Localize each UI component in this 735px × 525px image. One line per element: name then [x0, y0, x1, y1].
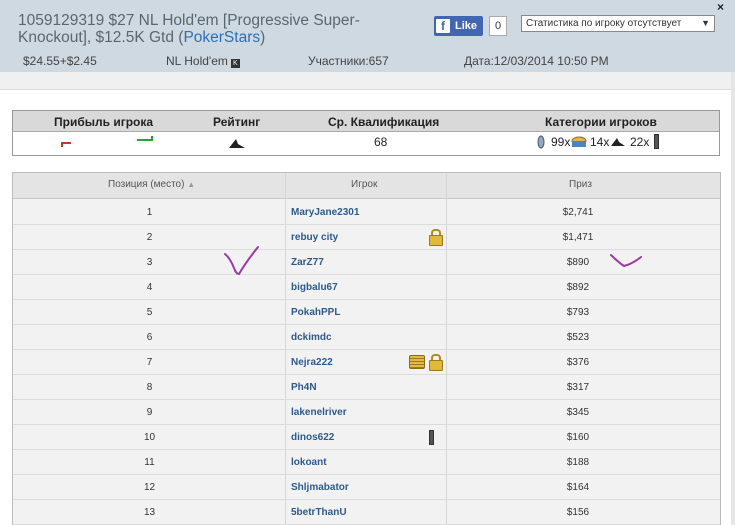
site-link[interactable]: PokerStars: [183, 29, 260, 46]
position-cell: 12: [143, 482, 156, 493]
prize-cell: $164: [566, 482, 590, 493]
knockout-icon: K: [230, 59, 240, 68]
table-row: 11 lokoant $188: [13, 450, 720, 475]
category-fish-count: 99x: [551, 135, 571, 149]
header-profit: Прибыль игрока: [54, 115, 154, 129]
prize-cell: $188: [566, 457, 590, 468]
cake-icon: [571, 136, 587, 147]
player-link[interactable]: rebuy city: [291, 232, 338, 243]
facebook-like: f Like 0: [434, 16, 508, 36]
table-row: 7 Nejra222 $376: [13, 350, 720, 375]
table-row: 9 lakenelriver $345: [13, 400, 720, 425]
position-cell: 9: [146, 407, 153, 418]
col-player: Игрок: [351, 179, 378, 190]
col-position[interactable]: Позиция (место) ▲: [108, 179, 195, 190]
category-cake-count: 14x: [590, 135, 610, 149]
close-icon[interactable]: ×: [717, 0, 724, 14]
prize-cell: $1,471: [562, 232, 594, 243]
player-stat-select[interactable]: Статистика по игроку отсутствует ▼: [521, 15, 715, 32]
game-type: NL Hold'em K: [166, 54, 240, 68]
coins-icon: [409, 355, 425, 369]
buyin: $24.55+$2.45: [23, 54, 97, 68]
table-row: 2 rebuy city $1,471: [13, 225, 720, 250]
position-cell: 2: [146, 232, 153, 243]
position-cell: 6: [146, 332, 153, 343]
facebook-icon: f: [436, 19, 450, 33]
tournament-title: 1059129319 $27 NL Hold'em [Progressive S…: [18, 12, 360, 46]
header-rating: Рейтинг: [213, 115, 261, 129]
table-row: 10 dinos622 $160: [13, 425, 720, 450]
prize-cell: $345: [566, 407, 590, 418]
position-cell: 4: [146, 282, 153, 293]
shark-icon: [229, 139, 245, 148]
table-header: Позиция (место) ▲ Игрок Приз: [13, 173, 720, 199]
player-link[interactable]: 5betrThanU: [291, 507, 347, 518]
tournament-date: Дата:12/03/2014 10:50 PM: [464, 54, 609, 68]
lock-icon: [429, 229, 443, 246]
player-link[interactable]: Shljmabator: [291, 482, 349, 493]
participants: Участники:657: [308, 54, 389, 68]
right-border: [731, 72, 735, 525]
checkmark-annotation: [224, 246, 259, 276]
battery-icon: [429, 430, 434, 445]
player-link[interactable]: bigbalu67: [291, 282, 338, 293]
player-link[interactable]: PokahPPL: [291, 307, 340, 318]
category-shark-count: 22x: [630, 135, 650, 149]
player-link[interactable]: dinos622: [291, 432, 334, 443]
player-link[interactable]: Ph4N: [291, 382, 317, 393]
player-link[interactable]: lokoant: [291, 457, 327, 468]
header-player-categories: Категории игроков: [545, 115, 657, 129]
position-cell: 7: [146, 357, 153, 368]
position-cell: 13: [143, 507, 156, 518]
summary-header: Прибыль игрока Рейтинг Ср. Квалификация …: [13, 111, 719, 132]
position-cell: 1: [146, 207, 153, 218]
player-summary: Прибыль игрока Рейтинг Ср. Квалификация …: [12, 110, 720, 156]
table-row: 4 bigbalu67 $892: [13, 275, 720, 300]
col-prize: Приз: [569, 179, 592, 190]
prize-cell: $160: [566, 432, 590, 443]
prize-cell: $317: [566, 382, 590, 393]
player-link[interactable]: lakenelriver: [291, 407, 347, 418]
player-link[interactable]: dckimdc: [291, 332, 332, 343]
table-row: 1 MaryJane2301 $2,741: [13, 200, 720, 225]
green-flag-icon: [137, 136, 153, 141]
header-avg-qualification: Ср. Квалификация: [328, 115, 440, 129]
prize-cell: $892: [566, 282, 590, 293]
results-table: Позиция (место) ▲ Игрок Приз 1 MaryJane23…: [12, 172, 721, 525]
position-cell: 11: [144, 457, 155, 468]
player-link[interactable]: MaryJane2301: [291, 207, 359, 218]
player-link[interactable]: ZarZ77: [291, 257, 324, 268]
prize-cell: $156: [566, 507, 590, 518]
player-link[interactable]: Nejra222: [291, 357, 333, 368]
checkmark-annotation: [610, 254, 642, 268]
tournament-header: 1059129319 $27 NL Hold'em [Progressive S…: [0, 0, 735, 72]
shark-icon: [611, 138, 625, 146]
prize-cell: $523: [566, 332, 590, 343]
position-cell: 8: [146, 382, 153, 393]
avg-qualification-value: 68: [374, 135, 388, 149]
like-count: 0: [489, 16, 508, 36]
lock-icon: [429, 354, 443, 371]
table-row: 12 Shljmabator $164: [13, 475, 720, 500]
prize-cell: $2,741: [562, 207, 594, 218]
sort-icon: ▲: [187, 180, 196, 189]
prize-cell: $890: [566, 257, 590, 268]
prize-cell: $376: [566, 357, 590, 368]
table-row: 5 PokahPPL $793: [13, 300, 720, 325]
battery-icon: [654, 134, 659, 149]
table-row: 6 dckimdc $523: [13, 325, 720, 350]
divider-stripe: [0, 72, 735, 90]
table-row: 13 5betrThanU $156: [13, 500, 720, 525]
red-flag-icon: [61, 142, 71, 147]
position-cell: 5: [146, 307, 153, 318]
prize-cell: $793: [566, 307, 590, 318]
table-row: 8 Ph4N $317: [13, 375, 720, 400]
position-cell: 10: [143, 432, 156, 443]
fish-icon: [537, 135, 545, 149]
facebook-like-button[interactable]: f Like: [434, 16, 484, 36]
chevron-down-icon: ▼: [701, 18, 710, 28]
